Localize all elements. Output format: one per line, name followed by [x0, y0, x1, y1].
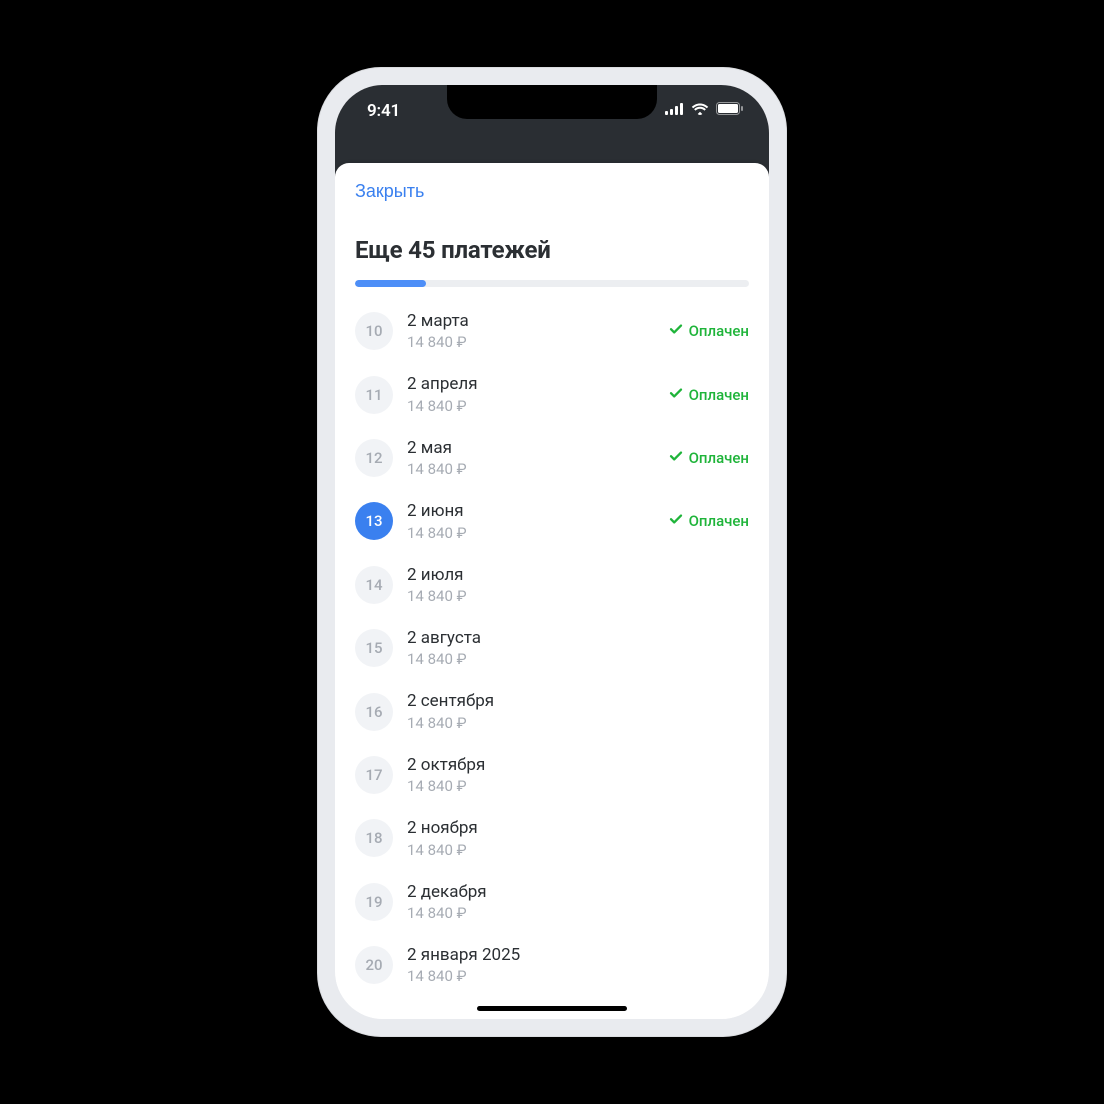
payment-amount: 14 840 ₽: [407, 714, 749, 732]
cellular-icon: [665, 103, 684, 115]
check-icon: [669, 449, 683, 467]
payment-number-badge: 18: [355, 819, 393, 857]
payment-amount: 14 840 ₽: [407, 587, 749, 605]
notch: [447, 85, 657, 119]
payment-amount: 14 840 ₽: [407, 777, 749, 795]
progress-bar: [355, 280, 749, 287]
payment-row[interactable]: 20 2 января 2025 14 840 ₽: [355, 933, 749, 996]
check-icon: [669, 512, 683, 530]
payment-info: 2 июня 14 840 ₽: [407, 501, 669, 541]
payment-amount: 14 840 ₽: [407, 841, 749, 859]
status-badge: Оплачен: [669, 386, 749, 404]
status-badge: Оплачен: [669, 449, 749, 467]
payment-info: 2 августа 14 840 ₽: [407, 628, 749, 668]
progress-fill: [355, 280, 426, 287]
payment-row[interactable]: 13 2 июня 14 840 ₽ Оплачен: [355, 489, 749, 552]
payment-amount: 14 840 ₽: [407, 397, 669, 415]
status-badge: Оплачен: [669, 512, 749, 530]
payment-number-badge: 13: [355, 502, 393, 540]
payment-info: 2 мая 14 840 ₽: [407, 438, 669, 478]
payment-number-badge: 14: [355, 566, 393, 604]
payment-amount: 14 840 ₽: [407, 967, 749, 985]
payment-date: 2 декабря: [407, 882, 749, 902]
payment-row[interactable]: 12 2 мая 14 840 ₽ Оплачен: [355, 426, 749, 489]
payment-row[interactable]: 11 2 апреля 14 840 ₽ Оплачен: [355, 362, 749, 425]
payment-info: 2 сентября 14 840 ₽: [407, 691, 749, 731]
payment-number-badge: 19: [355, 883, 393, 921]
payments-sheet: Закрыть Еще 45 платежей 10 2 марта 14 840 …: [335, 163, 769, 1019]
payment-date: 2 мая: [407, 438, 669, 458]
payment-date: 2 июля: [407, 565, 749, 585]
payment-row[interactable]: 19 2 декабря 14 840 ₽: [355, 870, 749, 933]
battery-icon: [716, 102, 743, 115]
status-label: Оплачен: [689, 512, 749, 530]
payment-number-badge: 12: [355, 439, 393, 477]
payment-date: 2 марта: [407, 311, 669, 331]
payment-number-badge: 10: [355, 312, 393, 350]
status-label: Оплачен: [689, 386, 749, 404]
payment-date: 2 августа: [407, 628, 749, 648]
payment-date: 2 июня: [407, 501, 669, 521]
status-time: 9:41: [367, 101, 400, 121]
payment-row[interactable]: 18 2 ноября 14 840 ₽: [355, 806, 749, 869]
status-label: Оплачен: [689, 322, 749, 340]
check-icon: [669, 386, 683, 404]
payment-date: 2 ноября: [407, 818, 749, 838]
payment-number-badge: 11: [355, 376, 393, 414]
status-label: Оплачен: [689, 449, 749, 467]
payment-row[interactable]: 10 2 марта 14 840 ₽ Оплачен: [355, 299, 749, 362]
payment-info: 2 декабря 14 840 ₽: [407, 882, 749, 922]
payment-info: 2 октября 14 840 ₽: [407, 755, 749, 795]
phone-frame: 9:41 Закрыть Еще 45 платежей 10 2 марта 14…: [317, 67, 787, 1037]
status-badge: Оплачен: [669, 322, 749, 340]
payment-info: 2 января 2025 14 840 ₽: [407, 945, 749, 985]
payment-amount: 14 840 ₽: [407, 904, 749, 922]
payment-info: 2 ноября 14 840 ₽: [407, 818, 749, 858]
status-icons: [665, 102, 743, 115]
payment-date: 2 октября: [407, 755, 749, 775]
payment-amount: 14 840 ₽: [407, 650, 749, 668]
payment-amount: 14 840 ₽: [407, 524, 669, 542]
payment-number-badge: 20: [355, 946, 393, 984]
screen: 9:41 Закрыть Еще 45 платежей 10 2 марта 14…: [335, 85, 769, 1019]
payment-number-badge: 17: [355, 756, 393, 794]
payment-row[interactable]: 16 2 сентября 14 840 ₽: [355, 679, 749, 742]
wifi-icon: [691, 103, 709, 115]
payment-date: 2 января 2025: [407, 945, 749, 965]
payment-number-badge: 15: [355, 629, 393, 667]
payments-list[interactable]: 10 2 марта 14 840 ₽ Оплачен 11 2 апреля 14 840…: [355, 299, 749, 996]
close-button[interactable]: Закрыть: [355, 181, 424, 202]
page-title: Еще 45 платежей: [355, 236, 749, 264]
payment-amount: 14 840 ₽: [407, 460, 669, 478]
payment-info: 2 марта 14 840 ₽: [407, 311, 669, 351]
payment-date: 2 апреля: [407, 374, 669, 394]
payment-amount: 14 840 ₽: [407, 333, 669, 351]
payment-number-badge: 16: [355, 693, 393, 731]
payment-info: 2 июля 14 840 ₽: [407, 565, 749, 605]
payment-date: 2 сентября: [407, 691, 749, 711]
check-icon: [669, 322, 683, 340]
payment-info: 2 апреля 14 840 ₽: [407, 374, 669, 414]
payment-row[interactable]: 17 2 октября 14 840 ₽: [355, 743, 749, 806]
payment-row[interactable]: 14 2 июля 14 840 ₽: [355, 553, 749, 616]
home-indicator[interactable]: [477, 1006, 627, 1011]
payment-row[interactable]: 15 2 августа 14 840 ₽: [355, 616, 749, 679]
